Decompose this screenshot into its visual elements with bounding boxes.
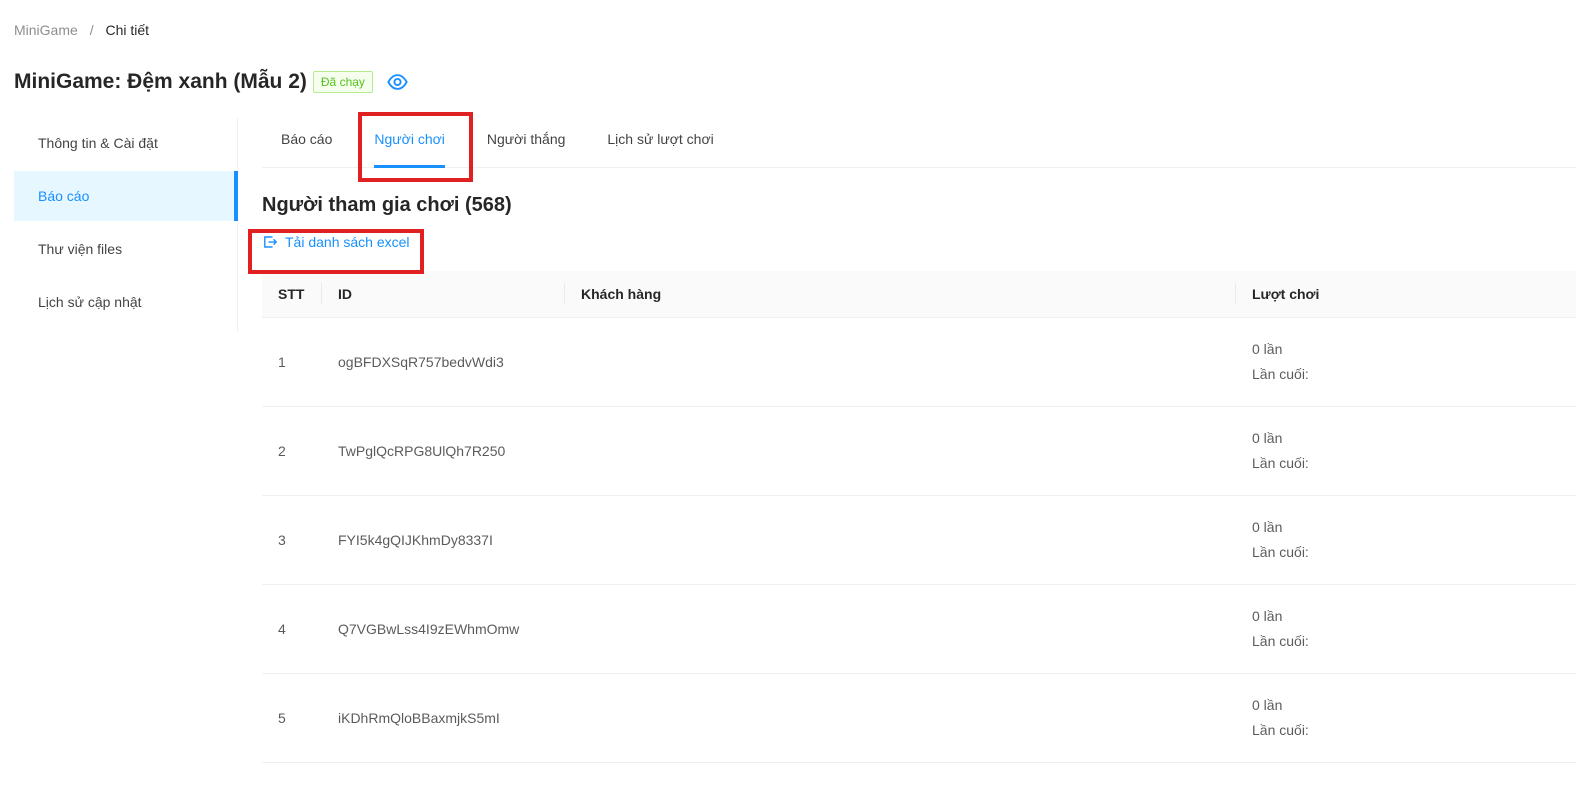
eye-icon[interactable] bbox=[385, 71, 410, 93]
sidebar-item-label: Thư viện files bbox=[38, 241, 122, 257]
last-play: Lần cuối: bbox=[1252, 362, 1560, 387]
column-header-stt: STT bbox=[262, 271, 322, 318]
breadcrumb: MiniGame / Chi tiết bbox=[14, 22, 149, 38]
cell-customer bbox=[565, 585, 1236, 674]
last-play: Lần cuối: bbox=[1252, 718, 1560, 743]
last-play: Lần cuối: bbox=[1252, 451, 1560, 476]
column-header-khach-hang: Khách hàng bbox=[565, 271, 1236, 318]
tab-bar: Báo cáo Người chơi Người thắng Lịch sử l… bbox=[262, 118, 1576, 168]
cell-stt: 2 bbox=[262, 407, 322, 496]
cell-stt: 4 bbox=[262, 585, 322, 674]
players-table: STT ID Khách hàng Lượt chơi 1 ogBFDXSqR7… bbox=[262, 271, 1576, 763]
sidebar-item-lich-su-cap-nhat[interactable]: Lịch sử cập nhật bbox=[14, 277, 237, 327]
cell-stt: 5 bbox=[262, 674, 322, 763]
cell-stt: 3 bbox=[262, 496, 322, 585]
cell-id: TwPglQcRPG8UlQh7R250 bbox=[322, 407, 565, 496]
export-excel-link[interactable]: Tải danh sách excel bbox=[262, 234, 410, 250]
sidebar-item-thu-vien-files[interactable]: Thư viện files bbox=[14, 224, 237, 274]
sidebar-item-thong-tin-cai-dat[interactable]: Thông tin & Cài đặt bbox=[14, 118, 237, 168]
status-badge: Đã chạy bbox=[313, 71, 373, 93]
sidebar-item-label: Thông tin & Cài đặt bbox=[38, 135, 158, 151]
content-panel: Báo cáo Người chơi Người thắng Lịch sử l… bbox=[262, 118, 1576, 763]
sidebar-item-label: Lịch sử cập nhật bbox=[38, 294, 142, 310]
section-title: Người tham gia chơi (568) bbox=[262, 194, 1576, 217]
sidebar-menu: Thông tin & Cài đặt Báo cáo Thư viện fil… bbox=[14, 118, 238, 332]
cell-plays: 0 lần Lần cuối: bbox=[1236, 496, 1576, 585]
breadcrumb-separator: / bbox=[90, 22, 94, 38]
table-header-row: STT ID Khách hàng Lượt chơi bbox=[262, 271, 1576, 318]
cell-plays: 0 lần Lần cuối: bbox=[1236, 318, 1576, 407]
cell-id: iKDhRmQloBBaxmjkS5mI bbox=[322, 674, 565, 763]
cell-stt: 1 bbox=[262, 318, 322, 407]
cell-plays: 0 lần Lần cuối: bbox=[1236, 585, 1576, 674]
table-row: 5 iKDhRmQloBBaxmjkS5mI 0 lần Lần cuối: bbox=[262, 674, 1576, 763]
page-header: MiniGame: Đệm xanh (Mẫu 2) Đã chạy bbox=[14, 70, 410, 94]
table-row: 1 ogBFDXSqR757bedvWdi3 0 lần Lần cuối: bbox=[262, 318, 1576, 407]
last-play: Lần cuối: bbox=[1252, 629, 1560, 654]
cell-customer bbox=[565, 496, 1236, 585]
table-row: 2 TwPglQcRPG8UlQh7R250 0 lần Lần cuối: bbox=[262, 407, 1576, 496]
plays-count: 0 lần bbox=[1252, 515, 1560, 540]
breadcrumb-minigame-link[interactable]: MiniGame bbox=[14, 22, 78, 38]
export-icon bbox=[262, 234, 278, 250]
tab-nguoi-choi[interactable]: Người chơi bbox=[374, 118, 445, 167]
plays-count: 0 lần bbox=[1252, 693, 1560, 718]
column-header-luot-choi: Lượt chơi bbox=[1236, 271, 1576, 318]
cell-customer bbox=[565, 407, 1236, 496]
plays-count: 0 lần bbox=[1252, 337, 1560, 362]
sidebar-item-label: Báo cáo bbox=[38, 188, 89, 204]
breadcrumb-current: Chi tiết bbox=[105, 22, 149, 38]
last-play: Lần cuối: bbox=[1252, 540, 1560, 565]
tab-bao-cao[interactable]: Báo cáo bbox=[281, 118, 332, 167]
table-row: 4 Q7VGBwLss4I9zEWhmOmw 0 lần Lần cuối: bbox=[262, 585, 1576, 674]
tab-lich-su-luot-choi[interactable]: Lịch sử lượt chơi bbox=[607, 118, 713, 167]
cell-id: Q7VGBwLss4I9zEWhmOmw bbox=[322, 585, 565, 674]
cell-plays: 0 lần Lần cuối: bbox=[1236, 407, 1576, 496]
cell-customer bbox=[565, 318, 1236, 407]
cell-plays: 0 lần Lần cuối: bbox=[1236, 674, 1576, 763]
plays-count: 0 lần bbox=[1252, 426, 1560, 451]
cell-id: FYI5k4gQIJKhmDy8337I bbox=[322, 496, 565, 585]
table-row: 3 FYI5k4gQIJKhmDy8337I 0 lần Lần cuối: bbox=[262, 496, 1576, 585]
column-header-id: ID bbox=[322, 271, 565, 318]
tab-nguoi-thang[interactable]: Người thắng bbox=[487, 118, 565, 167]
cell-id: ogBFDXSqR757bedvWdi3 bbox=[322, 318, 565, 407]
cell-customer bbox=[565, 674, 1236, 763]
plays-count: 0 lần bbox=[1252, 604, 1560, 629]
sidebar-item-bao-cao[interactable]: Báo cáo bbox=[14, 171, 237, 221]
page-title: MiniGame: Đệm xanh (Mẫu 2) bbox=[14, 70, 307, 94]
export-link-label: Tải danh sách excel bbox=[285, 234, 410, 250]
